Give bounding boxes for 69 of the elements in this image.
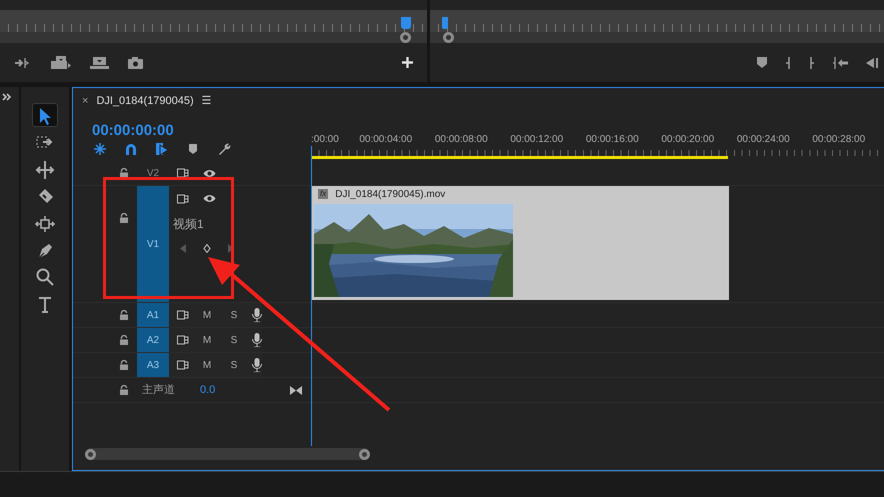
microphone-icon[interactable]	[252, 333, 262, 347]
toggle-output-icon[interactable]	[177, 310, 189, 320]
solo-button[interactable]: S	[228, 332, 240, 348]
scrollbar[interactable]	[85, 448, 370, 460]
time-label: 00:00:20:00	[660, 132, 716, 146]
lock-icon[interactable]	[120, 385, 128, 395]
export-icon[interactable]	[90, 56, 109, 68]
lock-icon[interactable]	[120, 360, 128, 370]
track-target[interactable]: V1	[137, 186, 169, 302]
track-name: 主声道	[142, 382, 176, 398]
next-keyframe-icon[interactable]	[228, 244, 234, 253]
mute-button[interactable]: M	[201, 358, 213, 372]
step-back-icon[interactable]	[866, 58, 878, 68]
toggle-output-icon[interactable]	[177, 360, 189, 370]
overwrite-icon[interactable]	[14, 56, 32, 68]
panel-menu-button[interactable]: ☰	[202, 92, 212, 110]
fx-badge: fx	[318, 189, 328, 199]
go-to-in-icon[interactable]	[833, 56, 848, 68]
time-label: 00:00:24:00	[736, 132, 791, 146]
nest-icon[interactable]	[93, 142, 107, 156]
time-label: 00:00:28:00	[811, 132, 866, 146]
track-target[interactable]: A2	[137, 328, 169, 352]
expand-panels-icon[interactable]	[2, 93, 12, 101]
playhead[interactable]	[401, 17, 411, 29]
eye-icon[interactable]	[203, 168, 216, 178]
linked-selection-icon[interactable]	[155, 142, 169, 156]
time-label: 00:00:08:00	[434, 132, 489, 146]
timecode[interactable]: 00:00:00:00	[92, 123, 174, 138]
lock-icon[interactable]	[120, 168, 128, 178]
bracket-right-icon[interactable]	[809, 56, 815, 68]
time-label: 00:00:12:00	[509, 132, 564, 146]
zoom-handle[interactable]	[443, 32, 454, 43]
track-name: 视频1	[173, 216, 205, 233]
volume-value[interactable]: 0.0	[200, 382, 216, 398]
clip-name: DJI_0184(1790045).mov	[335, 188, 446, 202]
time-label: 00:00:04:00	[358, 132, 414, 146]
microphone-icon[interactable]	[252, 308, 262, 322]
insert-icon[interactable]	[51, 56, 71, 69]
mute-button[interactable]: M	[201, 332, 213, 348]
eye-icon[interactable]	[203, 194, 216, 203]
lock-icon[interactable]	[120, 213, 128, 223]
zoom-handle[interactable]	[400, 32, 411, 43]
toggle-output-icon[interactable]	[177, 335, 189, 345]
keyframe-icon[interactable]	[203, 244, 211, 253]
toggle-output-icon[interactable]	[177, 168, 189, 178]
ripple-edit-tool-icon[interactable]	[34, 158, 56, 180]
track-target[interactable]: V2	[137, 161, 169, 185]
toggle-output-icon[interactable]	[177, 194, 189, 204]
solo-button[interactable]: S	[228, 308, 240, 322]
sequence-tab[interactable]: DJI_0184(1790045)	[96, 92, 194, 110]
close-tab-button[interactable]: ×	[82, 92, 88, 110]
bracket-left-icon[interactable]	[785, 56, 791, 68]
camera-icon[interactable]	[128, 56, 143, 68]
time-label: :00:00	[311, 132, 340, 146]
track-target[interactable]: A3	[137, 353, 169, 377]
lock-icon[interactable]	[120, 335, 128, 345]
magnifier-icon[interactable]	[34, 266, 56, 288]
track-target[interactable]: A1	[137, 303, 169, 327]
microphone-icon[interactable]	[252, 358, 262, 372]
marker-icon[interactable]	[757, 57, 767, 68]
mute-button[interactable]: M	[201, 308, 213, 322]
solo-button[interactable]: S	[228, 358, 240, 372]
plus-icon[interactable]	[402, 57, 413, 68]
time-label: 00:00:16:00	[584, 132, 640, 146]
lock-icon[interactable]	[120, 310, 128, 320]
magnet-icon[interactable]	[124, 142, 138, 156]
bowtie-icon[interactable]	[290, 386, 302, 394]
wrench-icon[interactable]	[217, 142, 231, 156]
marker-icon[interactable]	[186, 142, 200, 156]
